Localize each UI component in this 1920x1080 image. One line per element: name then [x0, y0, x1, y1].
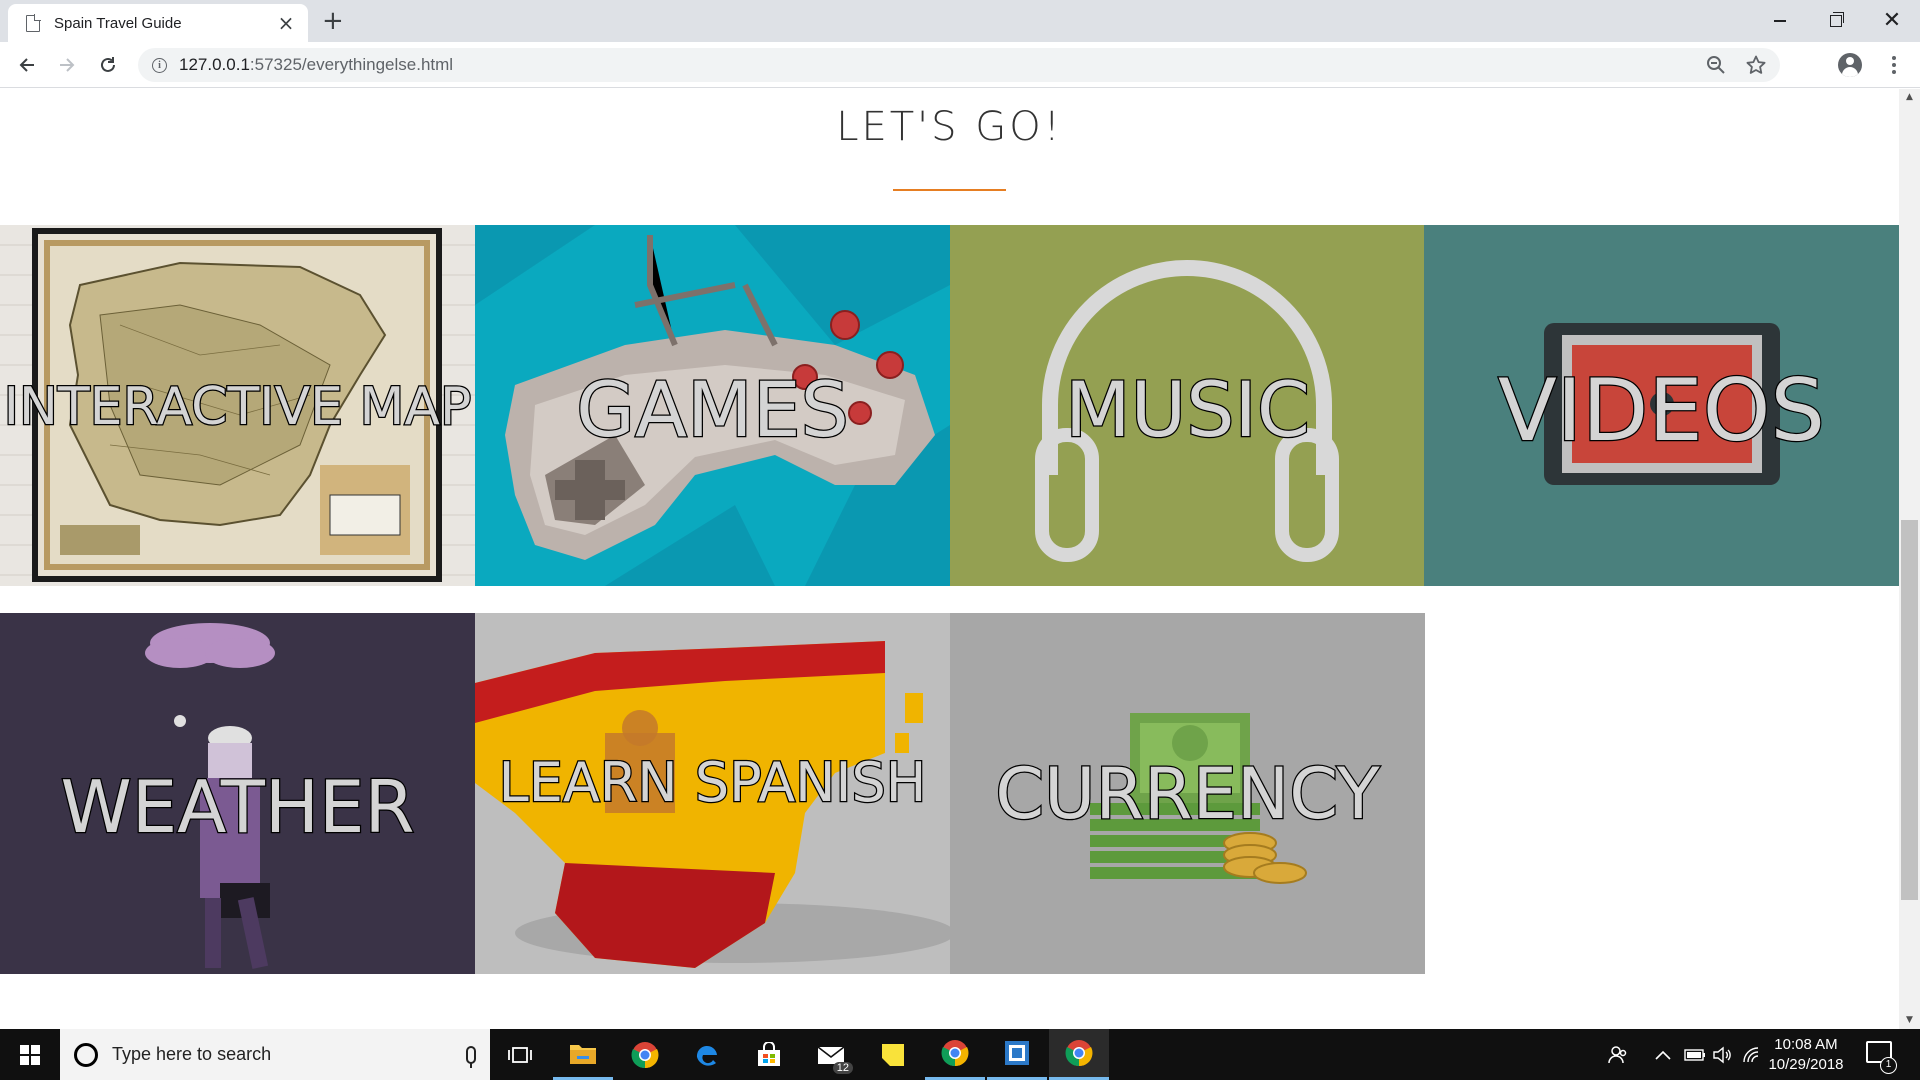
minimize-icon [1774, 20, 1786, 22]
taskbar-store[interactable] [739, 1029, 799, 1080]
forward-button[interactable] [53, 51, 81, 79]
notification-count-badge: 1 [1880, 1057, 1897, 1074]
store-bag-icon [758, 1041, 780, 1066]
back-button[interactable] [13, 51, 41, 79]
tile-label-learn-spanish: LEARN SPANISH [497, 750, 927, 816]
scroll-up-arrow-icon[interactable]: ▲ [1899, 89, 1920, 106]
code-editor-icon [1005, 1041, 1029, 1065]
wifi-icon[interactable] [1742, 1029, 1762, 1080]
people-icon[interactable] [1608, 1029, 1628, 1080]
windows-taskbar: Type here to search 12 10:08 AM 10/29/20… [0, 1029, 1920, 1080]
taskbar-sticky-notes[interactable] [863, 1029, 923, 1080]
browser-tab-bar: Spain Travel Guide × + ✕ [0, 0, 1920, 42]
tile-interactive-map[interactable]: INTERACTIVE MAP [0, 225, 475, 586]
task-view-icon [508, 1046, 532, 1063]
reload-icon [101, 57, 115, 72]
arrow-back-icon [19, 58, 34, 72]
search-placeholder: Type here to search [112, 1044, 272, 1064]
taskbar-visual-studio[interactable] [987, 1029, 1047, 1080]
window-close-button[interactable]: ✕ [1864, 0, 1920, 42]
chrome-icon [631, 1041, 659, 1068]
tile-currency[interactable]: CURRENCY [950, 613, 1425, 974]
battery-icon[interactable] [1684, 1029, 1706, 1080]
site-info-icon[interactable]: i [152, 57, 167, 73]
folder-icon [570, 1045, 596, 1064]
tile-label-games: GAMES [575, 364, 850, 456]
tile-learn-spanish[interactable]: LEARN SPANISH [475, 613, 950, 974]
zoom-icon[interactable] [1706, 55, 1726, 75]
cortana-icon [74, 1042, 98, 1067]
window-restore-button[interactable] [1808, 0, 1864, 42]
show-hidden-icons-chevron-icon[interactable] [1655, 1029, 1671, 1080]
page-heading: LET'S GO! [836, 104, 1063, 150]
page-icon [26, 13, 41, 32]
tab-title: Spain Travel Guide [54, 14, 182, 32]
tile-weather[interactable]: WEATHER [0, 613, 475, 974]
sticky-notes-icon [882, 1043, 904, 1066]
chrome-icon [1065, 1040, 1093, 1067]
taskbar-mail[interactable]: 12 [801, 1029, 861, 1080]
tile-label-currency: CURRENCY [994, 752, 1381, 837]
url-path: :57325/everythingelse.html [249, 55, 454, 74]
profile-avatar-icon[interactable] [1838, 53, 1862, 77]
tile-music[interactable]: MUSIC [950, 225, 1425, 586]
start-button[interactable] [0, 1029, 60, 1080]
clock-date: 10/29/2018 [1768, 1056, 1844, 1073]
reload-button[interactable] [94, 51, 122, 79]
tile-label-weather: WEATHER [59, 764, 416, 851]
tile-label-interactive-map: INTERACTIVE MAP [2, 376, 472, 439]
restore-icon [1830, 12, 1844, 27]
browser-toolbar: i 127.0.0.1:57325/everythingelse.html [0, 42, 1920, 88]
clock-time: 10:08 AM [1774, 1036, 1838, 1053]
tab-close-icon[interactable]: × [276, 13, 296, 33]
page-scrollbar[interactable]: ▲ ▼ [1899, 89, 1920, 1029]
volume-icon[interactable] [1712, 1029, 1732, 1080]
page-viewport: LET'S GO! INTERACTIVE MAP GAMES MUSIC VI… [0, 89, 1920, 1029]
arrow-forward-icon [60, 58, 75, 72]
scroll-down-arrow-icon[interactable]: ▼ [1899, 1012, 1920, 1029]
close-icon: ✕ [1882, 8, 1902, 33]
url-text: 127.0.0.1:57325/everythingelse.html [179, 55, 453, 75]
taskbar-search-box[interactable]: Type here to search [60, 1029, 490, 1080]
edge-icon [696, 1045, 717, 1066]
windows-logo-icon [20, 1044, 40, 1065]
address-bar[interactable]: i 127.0.0.1:57325/everythingelse.html [138, 48, 1780, 82]
tile-label-music: MUSIC [1064, 364, 1311, 456]
chrome-icon [941, 1040, 969, 1067]
scroll-thumb[interactable] [1901, 520, 1918, 900]
taskbar-clock[interactable]: 10:08 AM 10/29/2018 [1761, 1035, 1851, 1075]
browser-tab[interactable]: Spain Travel Guide × [8, 4, 308, 42]
new-tab-button[interactable]: + [322, 7, 344, 35]
taskbar-chrome-2[interactable] [925, 1029, 985, 1080]
tile-label-videos: VIDEOS [1497, 360, 1827, 463]
url-host: 127.0.0.1 [179, 55, 250, 74]
heading-underline [893, 189, 1006, 191]
mail-badge: 12 [832, 1062, 853, 1074]
tile-games[interactable]: GAMES [475, 225, 950, 586]
taskbar-chrome-1[interactable] [615, 1029, 675, 1080]
task-view-button[interactable] [490, 1029, 550, 1080]
taskbar-edge[interactable] [677, 1029, 737, 1080]
taskbar-file-explorer[interactable] [553, 1029, 613, 1080]
microphone-icon[interactable] [466, 1045, 476, 1068]
window-minimize-button[interactable] [1752, 0, 1808, 42]
tile-videos[interactable]: VIDEOS [1424, 225, 1899, 586]
taskbar-chrome-active[interactable] [1049, 1029, 1109, 1080]
bookmark-star-icon[interactable] [1746, 55, 1766, 75]
browser-menu-icon[interactable] [1886, 52, 1902, 78]
